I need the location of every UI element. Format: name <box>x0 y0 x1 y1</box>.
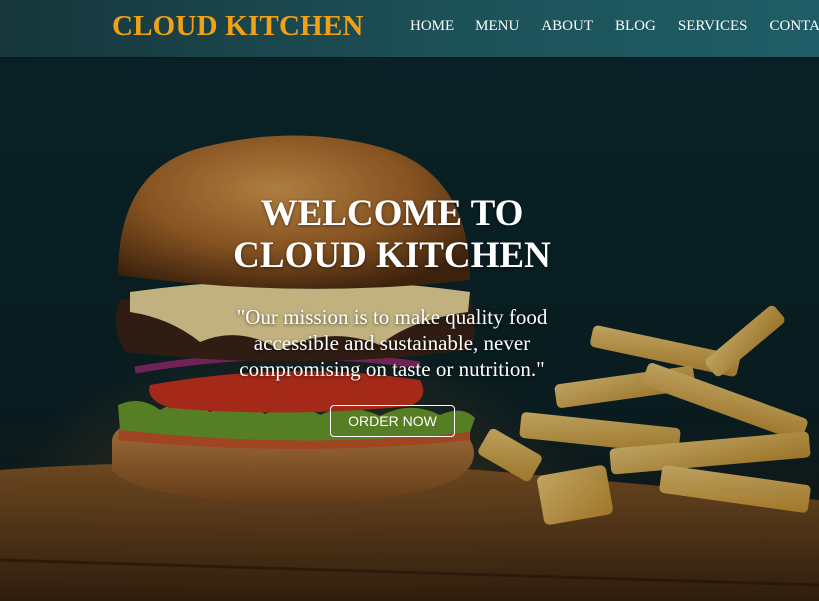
nav-links: HOME MENU ABOUT BLOG SERVICES CONTACT <box>410 18 819 35</box>
navbar: CLOUD KITCHEN HOME MENU ABOUT BLOG SERVI… <box>0 0 819 57</box>
hero-title-line-1: WELCOME TO <box>260 193 524 234</box>
nav-menu-link[interactable]: MENU <box>475 18 519 35</box>
mission-quote-line-3: compromising on taste or nutrition." <box>239 357 545 381</box>
nav-blog-link[interactable]: BLOG <box>615 18 656 35</box>
page: CLOUD KITCHEN HOME MENU ABOUT BLOG SERVI… <box>0 0 819 601</box>
nav-services-link[interactable]: SERVICES <box>678 18 748 35</box>
nav-home-link[interactable]: HOME <box>410 18 454 35</box>
nav-contact-link[interactable]: CONTACT <box>770 18 819 35</box>
hero-title: WELCOME TO CLOUD KITCHEN <box>192 193 592 277</box>
mission-quote-line-2: accessible and sustainable, never <box>253 331 531 355</box>
mission-quote: "Our mission is to make quality food acc… <box>212 304 572 382</box>
hero-overlay <box>0 0 819 601</box>
mission-quote-line-1: "Our mission is to make quality food <box>236 305 548 329</box>
nav-about-link[interactable]: ABOUT <box>541 18 593 35</box>
hero-title-line-2: CLOUD KITCHEN <box>233 235 551 276</box>
order-now-button[interactable]: ORDER NOW <box>330 405 455 437</box>
hero-background-image <box>0 0 819 601</box>
brand-logo[interactable]: CLOUD KITCHEN <box>112 10 364 43</box>
